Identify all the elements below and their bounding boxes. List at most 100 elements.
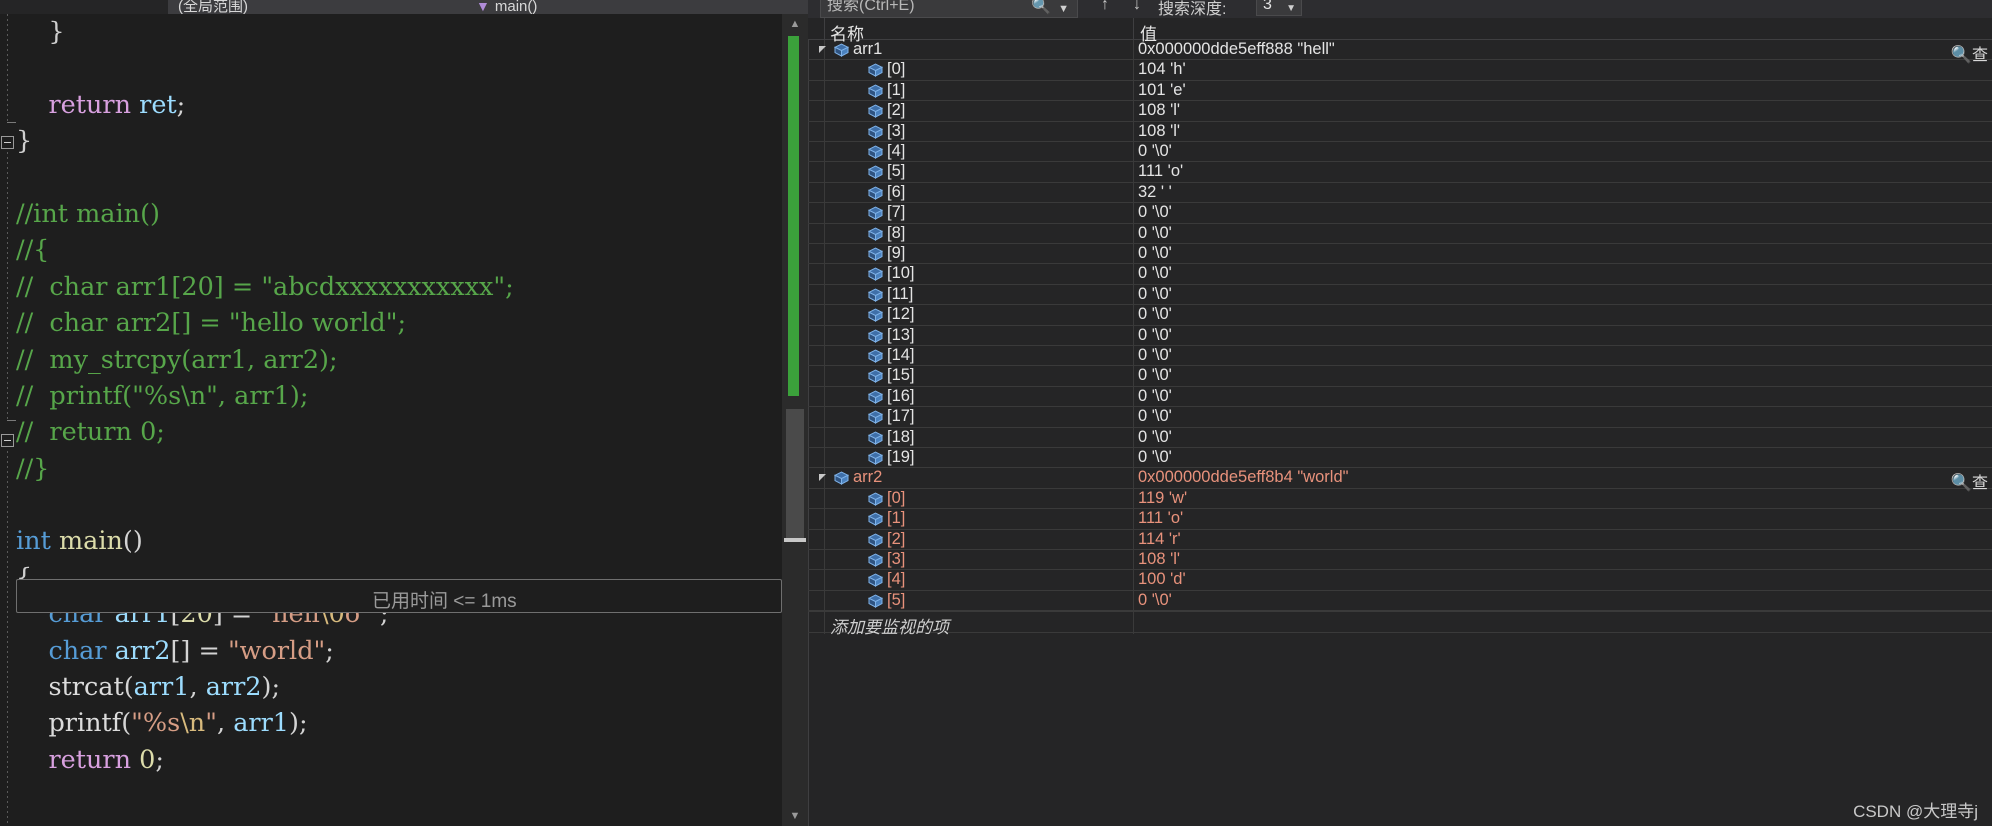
watch-row-name[interactable]: [5] <box>887 591 905 611</box>
watch-row[interactable]: [12] 0 '\0' <box>808 305 1992 326</box>
watch-row-value[interactable]: 0 '\0' <box>1138 285 1172 305</box>
chevron-down-icon[interactable]: ▼ <box>1058 0 1069 17</box>
watch-row-value[interactable]: 0 '\0' <box>1138 326 1172 346</box>
watch-row[interactable]: [17] 0 '\0' <box>808 407 1992 428</box>
watch-row[interactable]: [5] 0 '\0' <box>808 590 1992 612</box>
watch-row-value[interactable]: 114 'r' <box>1138 530 1181 550</box>
watch-row[interactable]: [1] 111 'o' <box>808 509 1992 530</box>
watch-row-value[interactable]: 119 'w' <box>1138 489 1187 509</box>
watch-row-name[interactable]: [4] <box>887 142 905 162</box>
watch-row[interactable]: [16] 0 '\0' <box>808 386 1992 408</box>
watch-row-name[interactable]: [4] <box>887 570 905 590</box>
code-line[interactable]: printf("%s\n", arr1); <box>0 705 782 741</box>
watch-row-value[interactable]: 108 'l' <box>1138 101 1180 121</box>
watch-row-value[interactable]: 0 '\0' <box>1138 224 1172 244</box>
watch-row[interactable]: [2] 114 'r' <box>808 529 1992 550</box>
watch-row[interactable]: [14] 0 '\0' <box>808 346 1992 367</box>
code-line[interactable]: return 0; <box>0 742 782 778</box>
code-line[interactable]: // char arr1[20] = "abcdxxxxxxxxxxx"; <box>0 269 782 305</box>
code-editor[interactable]: } return ret;} //int main() //{// char ar… <box>0 14 782 826</box>
watch-row[interactable]: arr2 0x000000dde5eff8b4 "world" 🔍查 <box>808 468 1992 492</box>
watch-row[interactable]: [6] 32 ' ' <box>808 182 1992 204</box>
arrow-up-icon[interactable]: ↑ <box>1096 0 1114 14</box>
watch-row-value[interactable]: 0 '\0' <box>1138 387 1172 407</box>
watch-row-name[interactable]: [2] <box>887 530 905 550</box>
watch-row-value[interactable]: 0 '\0' <box>1138 591 1172 611</box>
watch-row-value[interactable]: 0 '\0' <box>1138 244 1172 264</box>
code-line[interactable]: } <box>0 14 782 50</box>
watch-row-value[interactable]: 108 'l' <box>1138 122 1180 142</box>
watch-row-value[interactable]: 0 '\0' <box>1138 407 1172 427</box>
code-line[interactable]: // char arr2[] = "hello world"; <box>0 305 782 341</box>
tab-main[interactable]: ▼ main() <box>466 0 818 14</box>
watch-row-name[interactable]: [10] <box>887 264 915 284</box>
watch-row-value[interactable]: 0 '\0' <box>1138 448 1172 468</box>
watch-row-name[interactable]: arr2 <box>853 468 882 488</box>
watch-row-name[interactable]: [0] <box>887 60 905 80</box>
watch-row-name[interactable]: [15] <box>887 366 915 386</box>
code-line[interactable]: //{ <box>0 232 782 268</box>
watch-row-name[interactable]: [7] <box>887 203 905 223</box>
watch-row-value[interactable]: 0x000000dde5eff888 "hell" <box>1138 40 1335 60</box>
watch-row-name[interactable]: [9] <box>887 244 905 264</box>
watch-row[interactable]: arr1 0x000000dde5eff888 "hell" 🔍查 <box>808 40 1992 64</box>
code-line[interactable] <box>0 160 782 196</box>
code-line[interactable]: char arr2[] = "world"; <box>0 633 782 669</box>
watch-row-name[interactable]: [12] <box>887 305 915 325</box>
watch-row[interactable]: [4] 100 'd' <box>808 570 1992 591</box>
watch-row[interactable]: [10] 0 '\0' <box>808 264 1992 285</box>
watch-row-value[interactable]: 0 '\0' <box>1138 366 1172 386</box>
watch-row[interactable]: [9] 0 '\0' <box>808 244 1992 265</box>
arrow-down-icon[interactable]: ↓ <box>1128 0 1146 14</box>
watch-row[interactable]: [11] 0 '\0' <box>808 284 1992 306</box>
watch-row-name[interactable]: [8] <box>887 224 905 244</box>
watch-row-name[interactable]: [14] <box>887 346 915 366</box>
code-line[interactable]: int main() <box>0 523 782 559</box>
code-line[interactable]: return ret; <box>0 87 782 123</box>
watch-row[interactable]: [19] 0 '\0' <box>808 448 1992 469</box>
watch-row-value[interactable]: 0 '\0' <box>1138 203 1172 223</box>
watch-row-value[interactable]: 111 'o' <box>1138 162 1183 182</box>
watch-row-value[interactable]: 100 'd' <box>1138 570 1186 590</box>
scroll-up-arrow-icon[interactable]: ▲ <box>786 16 804 32</box>
watch-row[interactable]: [3] 108 'l' <box>808 121 1992 142</box>
watch-row-name[interactable]: [1] <box>887 509 905 529</box>
editor-vertical-scrollbar[interactable]: ▲ ▼ <box>782 14 808 826</box>
code-line[interactable]: // return 0; <box>0 414 782 450</box>
code-line[interactable]: //} <box>0 451 782 487</box>
watch-row[interactable]: [8] 0 '\0' <box>808 223 1992 244</box>
watch-row-name[interactable]: [16] <box>887 387 915 407</box>
watch-row-name[interactable]: [0] <box>887 489 905 509</box>
scroll-down-arrow-icon[interactable]: ▼ <box>786 808 804 824</box>
code-line[interactable]: //int main() <box>0 196 782 232</box>
search-input[interactable]: 搜索(Ctrl+E) 🔍 ▼ <box>820 0 1078 18</box>
watch-row-name[interactable]: [5] <box>887 162 905 182</box>
code-line[interactable] <box>0 487 782 523</box>
watch-row[interactable]: [1] 101 'e' <box>808 80 1992 102</box>
watch-row[interactable]: [18] 0 '\0' <box>808 427 1992 448</box>
watch-row-value[interactable]: 104 'h' <box>1138 60 1186 80</box>
watch-row-name[interactable]: [17] <box>887 407 915 427</box>
watch-row-name[interactable]: [1] <box>887 81 905 101</box>
watch-row[interactable]: [0] 104 'h' <box>808 60 1992 81</box>
watch-row-name[interactable]: [19] <box>887 448 915 468</box>
code-line[interactable]: // my_strcpy(arr1, arr2); <box>0 342 782 378</box>
watch-row[interactable]: [0] 119 'w' <box>808 488 1992 510</box>
code-line[interactable]: strcat(arr1, arr2); <box>0 669 782 705</box>
watch-row[interactable]: [13] 0 '\0' <box>808 325 1992 346</box>
watch-row-name[interactable]: [6] <box>887 183 905 203</box>
expander-collapse-icon[interactable] <box>818 473 828 483</box>
search-depth-select[interactable]: 3 ▼ <box>1256 0 1302 16</box>
search-icon[interactable]: 🔍 <box>1031 0 1051 17</box>
watch-row-value[interactable]: 108 'l' <box>1138 550 1180 570</box>
watch-row-name[interactable]: [2] <box>887 101 905 121</box>
watch-row[interactable]: [4] 0 '\0' <box>808 142 1992 163</box>
watch-row[interactable]: [7] 0 '\0' <box>808 203 1992 224</box>
watch-row[interactable]: [2] 108 'l' <box>808 101 1992 122</box>
watch-row[interactable]: [15] 0 '\0' <box>808 366 1992 387</box>
watch-row-value[interactable]: 0x000000dde5eff8b4 "world" <box>1138 468 1349 488</box>
watch-row-name[interactable]: [18] <box>887 428 915 448</box>
watch-row-value[interactable]: 0 '\0' <box>1138 305 1172 325</box>
chevron-down-icon[interactable]: ▼ <box>1286 0 1296 19</box>
watch-row-name[interactable]: arr1 <box>853 40 882 60</box>
